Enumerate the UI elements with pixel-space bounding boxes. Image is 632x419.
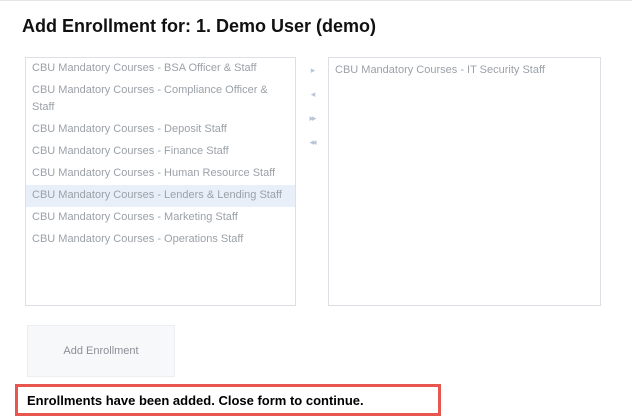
list-item[interactable]: CBU Mandatory Courses - Operations Staff — [26, 229, 295, 251]
double-chevron-left-icon: ◂◂ — [309, 137, 316, 147]
list-item[interactable]: CBU Mandatory Courses - Finance Staff — [26, 141, 295, 163]
double-chevron-right-icon: ▸▸ — [309, 113, 316, 123]
move-all-left-button[interactable]: ◂◂ — [302, 133, 322, 152]
chevron-left-icon: ◂ — [310, 89, 315, 99]
list-item-selected[interactable]: CBU Mandatory Courses - Lenders & Lendin… — [26, 185, 295, 207]
status-message-box: Enrollments have been added. Close form … — [15, 384, 441, 416]
list-item[interactable]: CBU Mandatory Courses - Human Resource S… — [26, 163, 295, 185]
enrolled-courses-list[interactable]: CBU Mandatory Courses - IT Security Staf… — [328, 57, 601, 306]
available-courses-list[interactable]: CBU Mandatory Courses - BSA Officer & St… — [25, 57, 296, 306]
move-right-button[interactable]: ▸ — [302, 61, 322, 80]
add-enrollment-form: Add Enrollment for: 1. Demo User (demo) … — [0, 0, 632, 419]
list-item[interactable]: CBU Mandatory Courses - Compliance Offic… — [26, 80, 295, 119]
list-item[interactable]: CBU Mandatory Courses - Deposit Staff — [26, 119, 295, 141]
move-all-right-button[interactable]: ▸▸ — [302, 109, 322, 128]
list-item[interactable]: CBU Mandatory Courses - Marketing Staff — [26, 207, 295, 229]
status-message: Enrollments have been added. Close form … — [27, 393, 364, 408]
list-item[interactable]: CBU Mandatory Courses - BSA Officer & St… — [26, 58, 295, 80]
list-item[interactable]: CBU Mandatory Courses - IT Security Staf… — [329, 58, 600, 82]
move-left-button[interactable]: ◂ — [302, 85, 322, 104]
add-enrollment-button[interactable]: Add Enrollment — [27, 325, 175, 377]
page-title: Add Enrollment for: 1. Demo User (demo) — [22, 16, 377, 36]
move-buttons-group: ▸ ◂ ▸▸ ◂◂ — [302, 61, 322, 157]
chevron-right-icon: ▸ — [310, 65, 315, 75]
